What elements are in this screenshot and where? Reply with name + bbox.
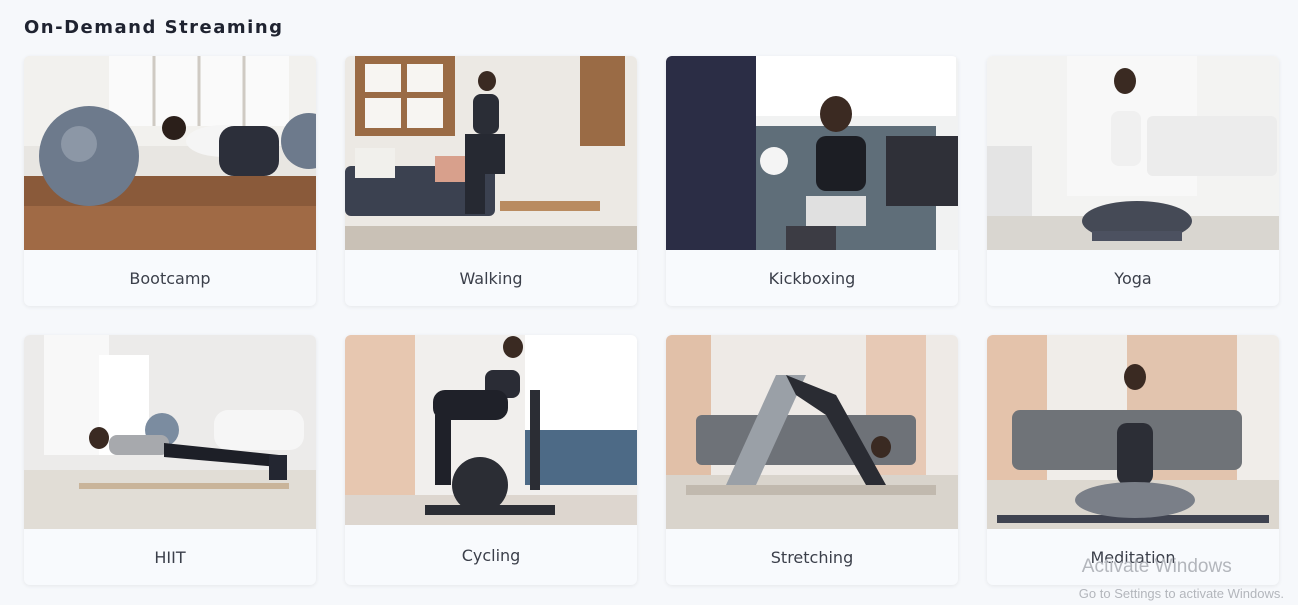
stretching-thumbnail (666, 335, 958, 529)
card-label: Yoga (1114, 268, 1152, 288)
card-kickboxing[interactable]: Kickboxing (666, 56, 958, 306)
cycling-thumbnail (345, 335, 637, 525)
meditation-thumbnail (987, 335, 1279, 529)
watermark-subtitle: Go to Settings to activate Windows. (1078, 586, 1284, 601)
kickboxing-thumbnail (666, 56, 958, 250)
streaming-grid: Bootcamp Walking Kickboxing Yoga HIIT Cy… (24, 56, 1279, 585)
card-yoga[interactable]: Yoga (987, 56, 1279, 306)
bootcamp-thumbnail (24, 56, 316, 250)
hiit-thumbnail (24, 335, 316, 529)
card-meditation[interactable]: Meditation (987, 335, 1279, 585)
card-hiit[interactable]: HIIT (24, 335, 316, 585)
windows-activation-watermark: Activate Windows Go to Settings to activ… (1079, 556, 1284, 605)
card-label: HIIT (154, 547, 186, 567)
card-stretching[interactable]: Stretching (666, 335, 958, 585)
walking-thumbnail (345, 56, 637, 250)
card-label: Walking (459, 268, 523, 288)
card-label: Bootcamp (129, 268, 211, 288)
watermark-title: Activate Windows (1081, 556, 1232, 577)
card-walking[interactable]: Walking (345, 56, 637, 306)
card-bootcamp[interactable]: Bootcamp (24, 56, 316, 306)
card-label: Cycling (461, 545, 521, 565)
card-label: Kickboxing (768, 268, 856, 288)
card-label: Stretching (770, 547, 854, 567)
yoga-thumbnail (987, 56, 1279, 250)
section-title: On-Demand Streaming (24, 17, 284, 38)
card-cycling[interactable]: Cycling (345, 335, 637, 585)
